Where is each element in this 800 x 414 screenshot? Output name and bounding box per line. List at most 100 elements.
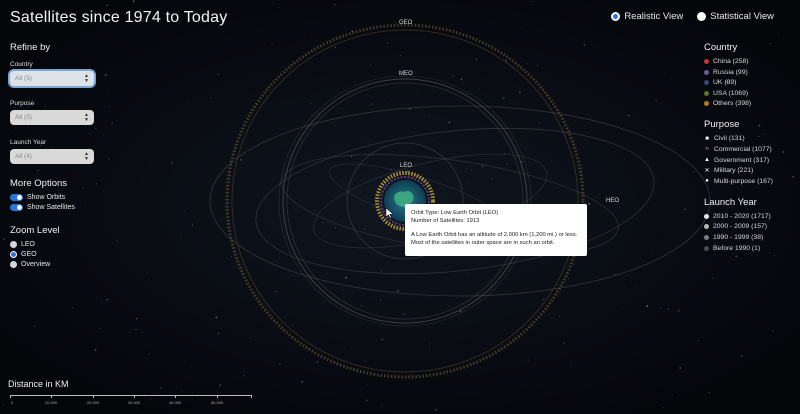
radio-icon bbox=[10, 261, 17, 268]
color-dot-icon bbox=[704, 59, 709, 64]
tooltip-description: Most of the satellites in outer space ar… bbox=[411, 240, 555, 246]
filter-panel: Refine by Country All (5) ▲ ▼ Purpose All… bbox=[10, 42, 100, 271]
scale-tick-label: 30,000 bbox=[127, 400, 141, 405]
select-arrows-icon: ▲ ▼ bbox=[84, 72, 89, 84]
radio-unselected-icon bbox=[697, 12, 707, 21]
legend-item[interactable]: UK (89) bbox=[704, 79, 796, 86]
zoom-option-overview[interactable]: Overview bbox=[10, 261, 100, 268]
launch-year-legend: Launch Year 2010 - 2020 (1717) 2000 - 20… bbox=[704, 197, 796, 252]
legend-item[interactable]: 1990 - 1999 (38) bbox=[704, 234, 796, 241]
show-satellites-toggle[interactable]: Show Satellites bbox=[10, 204, 100, 211]
realistic-view-option[interactable]: Realistic View bbox=[611, 11, 683, 22]
purpose-select-value: All (5) bbox=[15, 114, 32, 121]
statistical-view-option[interactable]: Statistical View bbox=[697, 11, 774, 22]
legend-label: USA (1069) bbox=[713, 89, 749, 97]
square-icon: ■ bbox=[705, 135, 709, 142]
zoom-overview-label: Overview bbox=[21, 261, 51, 268]
scale-tick-label: 50,000 bbox=[210, 400, 224, 405]
toggle-switch-icon bbox=[10, 204, 23, 211]
orbit-tooltip: Orbit Type: Low Earth Orbit (LEO) Number… bbox=[405, 204, 587, 256]
legend-label: Commercial (1077) bbox=[714, 145, 772, 153]
legend-item[interactable]: Before 1990 (1) bbox=[704, 245, 796, 252]
country-legend: Country China (258) Russia (99) UK (89) … bbox=[704, 42, 796, 107]
legend-label: Others (398) bbox=[713, 100, 752, 108]
zoom-option-geo[interactable]: GEO bbox=[10, 251, 100, 258]
zoom-option-leo[interactable]: LEO bbox=[10, 241, 100, 248]
triangle-icon: ▲ bbox=[704, 157, 710, 164]
legend-item[interactable]: Others (398) bbox=[704, 100, 796, 107]
orbit-visualization[interactable] bbox=[0, 0, 800, 414]
statistical-view-label: Statistical View bbox=[710, 11, 774, 22]
legend-panel: Country China (258) Russia (99) UK (89) … bbox=[704, 42, 796, 264]
legend-label: Before 1990 (1) bbox=[713, 244, 761, 252]
select-arrows-icon: ▲ ▼ bbox=[84, 150, 89, 162]
country-legend-title: Country bbox=[704, 42, 738, 53]
purpose-legend-title: Purpose bbox=[704, 119, 740, 131]
page-title: Satellites since 1974 to Today bbox=[10, 9, 228, 26]
launch-year-label: Launch Year bbox=[10, 139, 47, 146]
radio-selected-icon bbox=[611, 12, 621, 21]
legend-label: Russia (99) bbox=[713, 68, 748, 76]
select-arrows-icon: ▲ ▼ bbox=[84, 111, 89, 123]
legend-item[interactable]: Russia (99) bbox=[704, 69, 796, 76]
zoom-geo-label: GEO bbox=[21, 251, 37, 258]
leo-orbit-label: LEO bbox=[400, 163, 413, 169]
color-dot-icon bbox=[704, 80, 709, 86]
launch-year-select[interactable]: All (4) ▲ ▼ bbox=[10, 149, 94, 164]
meo-orbit-label: MEO bbox=[399, 71, 413, 77]
purpose-select[interactable]: All (5) ▲ ▼ bbox=[10, 110, 94, 125]
more-options-title: More Options bbox=[10, 178, 68, 189]
ring-icon: ○ bbox=[705, 146, 709, 153]
legend-item[interactable]: ● Multi-purpose (167) bbox=[704, 178, 796, 185]
show-satellites-label: Show Satellites bbox=[27, 204, 75, 211]
legend-item[interactable]: 2000 - 2009 (157) bbox=[704, 223, 796, 230]
legend-item[interactable]: China (258) bbox=[704, 58, 796, 65]
legend-label: Multi-purpose (167) bbox=[714, 177, 773, 185]
refine-title: Refine by bbox=[10, 42, 51, 53]
brightness-dot-icon bbox=[704, 234, 709, 240]
legend-label: Civil (131) bbox=[714, 135, 745, 143]
color-dot-icon bbox=[704, 69, 709, 75]
zoom-leo-label: LEO bbox=[21, 241, 36, 248]
distance-scale-title: Distance in KM bbox=[8, 379, 69, 389]
launch-year-legend-title: Launch Year bbox=[704, 196, 757, 208]
color-dot-icon bbox=[704, 101, 709, 107]
toggle-switch-icon bbox=[10, 194, 23, 201]
legend-item[interactable]: ○ Commercial (1077) bbox=[704, 146, 796, 153]
legend-item[interactable]: 2010 - 2020 (1717) bbox=[704, 213, 796, 220]
tooltip-satellite-count: Number of Satellites: 1913 bbox=[411, 218, 480, 224]
scale-tick-label: 0 bbox=[10, 400, 14, 405]
legend-label: Government (317) bbox=[714, 156, 770, 164]
legend-item[interactable]: ✕ Military (221) bbox=[704, 167, 796, 174]
legend-label: Military (221) bbox=[714, 167, 754, 175]
legend-label: 2000 - 2009 (157) bbox=[713, 223, 768, 231]
tooltip-description: A Low Earth Orbit has an altitude of 2,0… bbox=[411, 232, 578, 238]
geo-orbit-label: GEO bbox=[399, 20, 413, 26]
brightness-dot-icon bbox=[704, 245, 709, 251]
purpose-legend: Purpose ■ Civil (131) ○ Commercial (1077) … bbox=[704, 119, 796, 184]
scale-tick-label: 40,000 bbox=[168, 400, 182, 405]
show-orbits-label: Show Orbits bbox=[27, 194, 66, 201]
country-select[interactable]: All (5) ▲ ▼ bbox=[10, 71, 94, 86]
tooltip-orbit-type: Orbit Type: Low Earth Orbit (LEO) bbox=[411, 210, 499, 216]
scale-tick-label: 10,000 bbox=[44, 400, 58, 405]
country-label: Country bbox=[10, 61, 33, 68]
radio-selected-icon bbox=[10, 251, 17, 258]
distance-scale: 0 10,000 20,000 30,000 40,000 50,000 bbox=[10, 395, 252, 407]
legend-item[interactable]: USA (1069) bbox=[704, 90, 796, 97]
purpose-label: Purpose bbox=[10, 100, 35, 107]
scale-tick-label: 20,000 bbox=[86, 400, 100, 405]
cross-icon: ✕ bbox=[704, 168, 710, 175]
brightness-dot-icon bbox=[704, 213, 709, 219]
heo-orbit-label: HEO bbox=[606, 198, 620, 204]
legend-item[interactable]: ■ Civil (131) bbox=[704, 135, 796, 142]
brightness-dot-icon bbox=[704, 224, 709, 230]
dot-icon: ● bbox=[705, 178, 709, 185]
show-orbits-toggle[interactable]: Show Orbits bbox=[10, 194, 100, 201]
legend-label: China (258) bbox=[713, 58, 749, 65]
radio-icon bbox=[10, 241, 17, 248]
launch-year-select-value: All (4) bbox=[15, 153, 32, 160]
legend-item[interactable]: ▲ Government (317) bbox=[704, 157, 796, 164]
legend-label: 1990 - 1999 (38) bbox=[713, 233, 764, 241]
legend-label: 2010 - 2020 (1717) bbox=[713, 212, 771, 220]
